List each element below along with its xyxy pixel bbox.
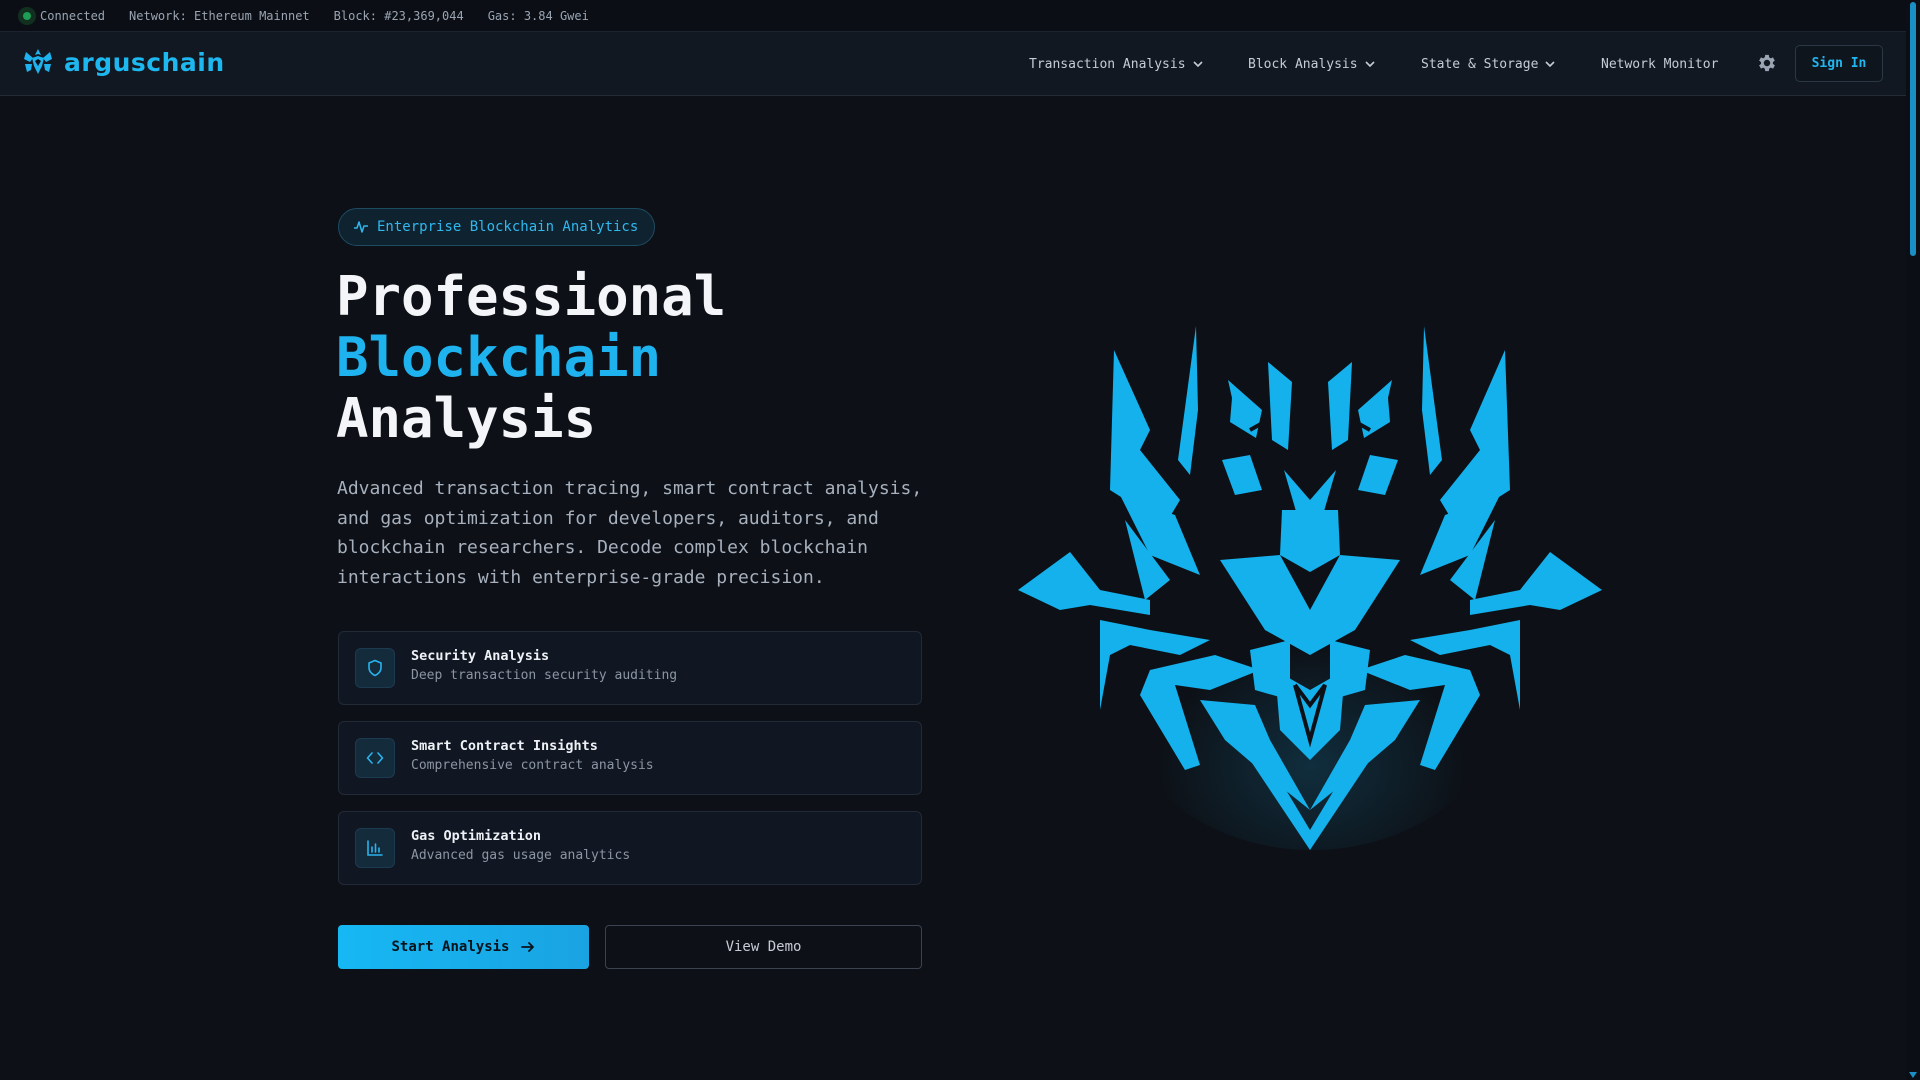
arrow-right-icon [520, 942, 534, 952]
connection-status: Connected [18, 6, 106, 25]
view-demo-button[interactable]: View Demo [605, 925, 922, 969]
gas-status: Gas: 3.84 Gwei [487, 8, 589, 23]
feature-description: Advanced gas usage analytics [411, 848, 631, 863]
chevron-down-icon [1545, 61, 1555, 68]
headline-line-2: Blockchain [336, 326, 662, 389]
hero-badge: Enterprise Blockchain Analytics [338, 208, 656, 246]
nav-transaction-analysis[interactable]: Transaction Analysis [1029, 54, 1204, 74]
feature-title: Smart Contract Insights [411, 738, 598, 754]
start-analysis-button[interactable]: Start Analysis [338, 925, 589, 969]
nav-label: Block Analysis [1248, 56, 1358, 72]
scroll-thumb[interactable] [1910, 2, 1916, 256]
nav-network-monitor[interactable]: Network Monitor [1601, 54, 1718, 74]
brand-logo[interactable]: arguschain [22, 46, 225, 78]
feature-title: Gas Optimization [411, 828, 542, 844]
connection-label: Connected [40, 8, 106, 23]
nav-label: State & Storage [1421, 56, 1539, 72]
hero-headline: Professional Blockchain Analysis [336, 266, 726, 449]
headline-line-1: Professional [336, 265, 727, 328]
scroll-down-arrow-icon[interactable] [1909, 1072, 1917, 1078]
nav-block-analysis[interactable]: Block Analysis [1248, 54, 1376, 74]
network-status: Network: Ethereum Mainnet [129, 8, 310, 23]
headline-line-3: Analysis [336, 387, 597, 450]
nav-label: Network Monitor [1601, 56, 1719, 72]
argus-logo-icon [24, 49, 52, 74]
feature-card-smart-contract[interactable]: Smart Contract Insights Comprehensive co… [338, 721, 922, 795]
feature-description: Comprehensive contract analysis [411, 758, 654, 773]
status-bar: Connected Network: Ethereum Mainnet Bloc… [0, 0, 1906, 32]
nav-label: Transaction Analysis [1029, 56, 1186, 72]
feature-title: Security Analysis [411, 648, 550, 664]
top-navbar: arguschain Transaction Analysis Block An… [0, 32, 1906, 96]
hero-description: Advanced transaction tracing, smart cont… [337, 478, 923, 588]
chevron-down-icon [1365, 61, 1375, 68]
feature-card-security[interactable]: Security Analysis Deep transaction secur… [338, 631, 922, 705]
feature-description: Deep transaction security auditing [411, 668, 678, 683]
brand-name: arguschain [64, 47, 225, 77]
argus-spider-illustration [1018, 326, 1602, 850]
gear-icon[interactable] [1756, 52, 1778, 74]
start-analysis-label: Start Analysis [391, 939, 510, 955]
shield-icon [355, 648, 395, 688]
connected-dot-icon [18, 6, 36, 25]
sign-in-button[interactable]: Sign In [1795, 45, 1883, 82]
page-scrollbar[interactable] [1906, 0, 1920, 1080]
activity-icon [354, 221, 368, 233]
chevron-down-icon [1192, 61, 1203, 68]
badge-label: Enterprise Blockchain Analytics [377, 219, 639, 235]
nav-state-storage[interactable]: State & Storage [1421, 54, 1556, 74]
bar-chart-icon [355, 828, 395, 868]
feature-card-gas[interactable]: Gas Optimization Advanced gas usage anal… [338, 811, 922, 885]
block-status: Block: #23,369,044 [333, 8, 464, 23]
code-icon [355, 738, 395, 778]
